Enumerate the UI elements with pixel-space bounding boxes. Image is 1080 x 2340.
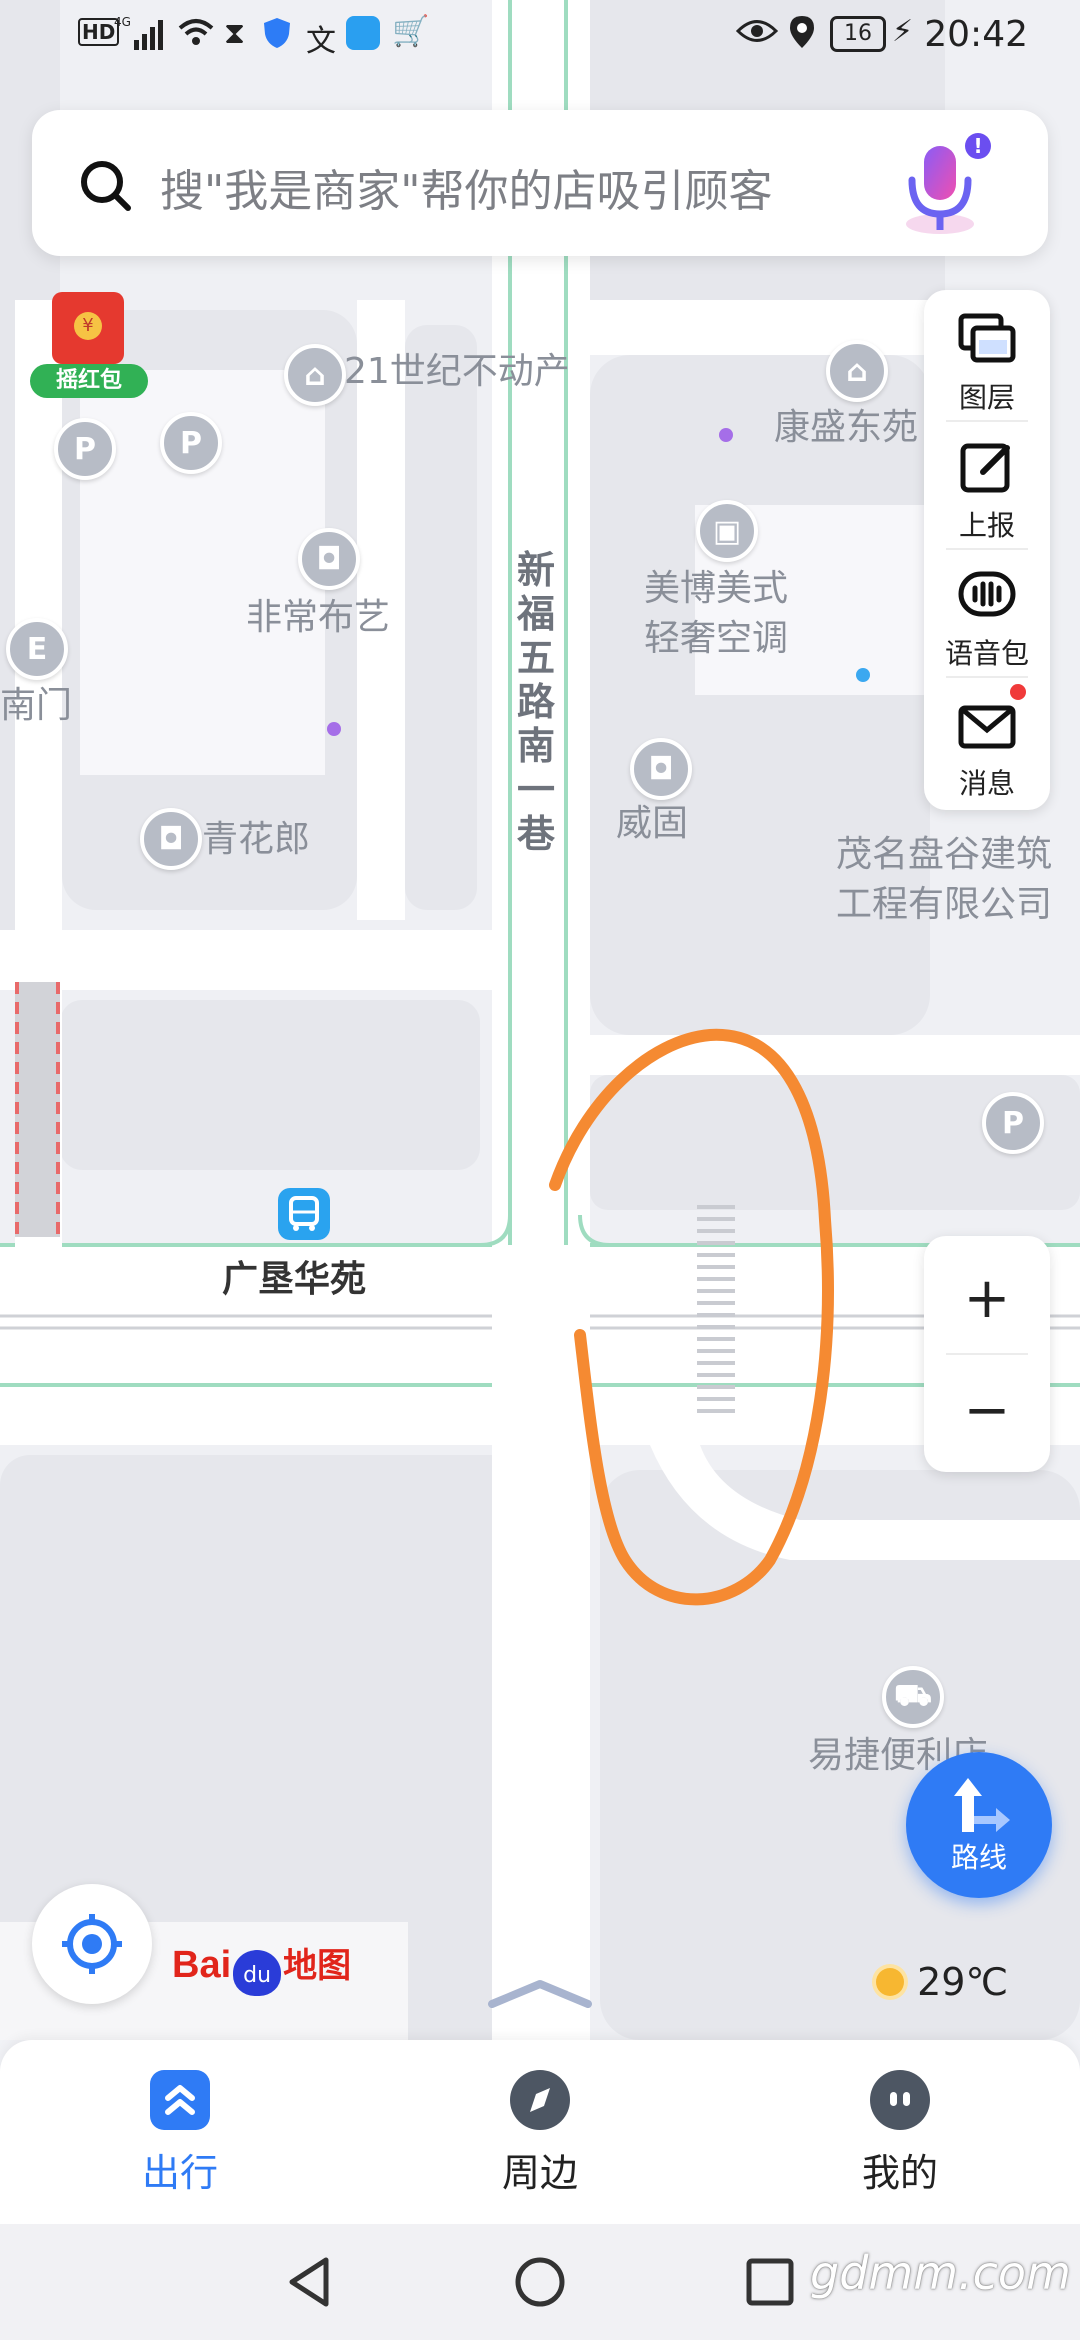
bottom-nav: 出行 周边 我的 [0, 2040, 1080, 2224]
tool-label: 上报 [958, 509, 1015, 542]
svg-text:!: ! [973, 134, 982, 158]
red-packet-label: 摇红包 [30, 364, 148, 398]
nav-label: 出行 [141, 2151, 218, 2195]
parking-icon[interactable]: P [982, 1092, 1044, 1154]
voice-pack-button[interactable]: 语音包 [924, 552, 1050, 676]
tool-label: 图层 [958, 381, 1015, 414]
poi-pin-residence[interactable]: ⌂ [826, 340, 888, 402]
zoom-controls: + − [924, 1236, 1050, 1472]
microphone-icon[interactable]: ! [896, 132, 996, 242]
message-button[interactable]: 消息 [924, 682, 1050, 806]
map-canvas[interactable]: 新福五路南一巷 ⌂ 21世纪不动产 ⌂ 康盛东苑 ▣ 美博美式 轻奢空调 ◘ 非… [0, 0, 1080, 2040]
tool-label: 语音包 [944, 637, 1029, 670]
search-input[interactable]: 搜"我是商家"帮你的店吸引顾客 [160, 155, 772, 219]
poi-label[interactable]: 威固 [616, 802, 688, 846]
divider [946, 676, 1028, 678]
poi-dot [327, 722, 341, 736]
weather-app-icon [346, 16, 380, 50]
route-button[interactable]: 路线 [906, 1752, 1052, 1898]
paw-icon: du [233, 1949, 282, 1996]
system-nav-bar: gdmm.com [0, 2224, 1080, 2340]
signal-4g-icon: 4G [114, 14, 168, 62]
road-label: 新福五路南一巷 [516, 548, 555, 856]
report-edit-icon [960, 443, 1010, 493]
poi-label[interactable]: 青花郎 [202, 818, 310, 862]
watermark: gdmm.com [810, 2246, 1071, 2300]
parking-icon[interactable]: P [54, 418, 116, 480]
report-button[interactable]: 上报 [924, 424, 1050, 548]
poi-label[interactable]: 21世纪不动产 [344, 350, 570, 394]
nav-nearby[interactable]: 周边 [440, 2040, 640, 2224]
clock: 20:42 [924, 14, 1028, 55]
translate-icon: 文 [306, 24, 336, 59]
poi-label[interactable]: 康盛东苑 [774, 406, 918, 450]
poi-label[interactable]: 茂名盘谷建筑 工程有限公司 [836, 830, 1052, 930]
bus-stop-icon[interactable] [278, 1188, 330, 1240]
bus-stop-label[interactable]: 广垦华苑 [222, 1258, 366, 1302]
profile-icon [870, 2070, 930, 2130]
nav-label: 周边 [501, 2151, 578, 2195]
red-packet-icon: ¥ [52, 292, 124, 364]
nav-travel[interactable]: 出行 [80, 2040, 280, 2224]
home-icon[interactable] [512, 2254, 568, 2310]
divider [946, 420, 1028, 422]
locate-icon [62, 1914, 122, 1974]
route-arrow-icon [954, 1778, 1010, 1832]
zoom-out-button[interactable]: − [924, 1366, 1050, 1456]
layers-icon [958, 313, 1016, 363]
battery-icon: 16 [830, 16, 886, 52]
poi-dot [719, 428, 733, 442]
back-icon[interactable] [282, 2254, 338, 2310]
svg-text:4G: 4G [114, 15, 131, 29]
poi-pin-shop[interactable]: ◘ [140, 808, 202, 870]
voice-pack-icon [958, 571, 1016, 617]
red-packet-button[interactable]: ¥ 摇红包 [24, 292, 154, 402]
poi-pin-car[interactable]: ▣ [696, 500, 758, 562]
poi-dot [856, 668, 870, 682]
search-bar[interactable]: 搜"我是商家"帮你的店吸引顾客 ! [32, 110, 1048, 256]
charging-icon: ⚡ [892, 14, 914, 49]
locate-button[interactable] [32, 1884, 152, 2004]
unread-badge [1010, 684, 1026, 700]
poi-label[interactable]: 南门 [0, 684, 72, 728]
temperature: 29℃ [917, 1960, 1009, 2004]
divider [946, 1353, 1028, 1355]
location-icon [788, 14, 816, 58]
search-icon[interactable] [78, 158, 134, 218]
sun-icon [876, 1968, 904, 1996]
divider [946, 548, 1028, 550]
poi-pin-gate[interactable]: E [6, 618, 68, 680]
travel-icon [150, 2070, 210, 2130]
tool-label: 消息 [958, 767, 1015, 800]
recents-icon[interactable] [742, 2254, 798, 2310]
zoom-in-button[interactable]: + [924, 1254, 1050, 1344]
weather-widget[interactable]: 29℃ [876, 1960, 1008, 2010]
shield-icon [262, 16, 292, 58]
poi-label[interactable]: 美博美式 轻奢空调 [644, 564, 788, 664]
compass-icon [510, 2070, 570, 2130]
poi-pin-store[interactable]: ⛟ [882, 1666, 944, 1728]
poi-pin-shop[interactable]: ◘ [298, 528, 360, 590]
message-icon [958, 705, 1016, 749]
poi-pin-shop[interactable]: ◘ [630, 738, 692, 800]
nav-profile[interactable]: 我的 [800, 2040, 1000, 2224]
baidu-logo: Bai du 地图 [172, 1938, 351, 1998]
parking-icon[interactable]: P [160, 412, 222, 474]
cart-icon: 🛒 [392, 14, 430, 49]
nav-label: 我的 [861, 2151, 938, 2195]
status-bar: HD 4G ⧗ 文 🛒 16 ⚡ 20:42 [0, 0, 1080, 72]
hourglass-icon: ⧗ [224, 16, 246, 51]
map-tools-panel: 图层 上报 语音包 消息 [924, 290, 1050, 810]
eye-icon [735, 16, 779, 54]
poi-label[interactable]: 非常布艺 [246, 596, 390, 640]
layers-button[interactable]: 图层 [924, 296, 1050, 420]
wifi-icon [176, 14, 216, 58]
route-label: 路线 [950, 1841, 1007, 1874]
poi-pin-realestate[interactable]: ⌂ [284, 344, 346, 406]
